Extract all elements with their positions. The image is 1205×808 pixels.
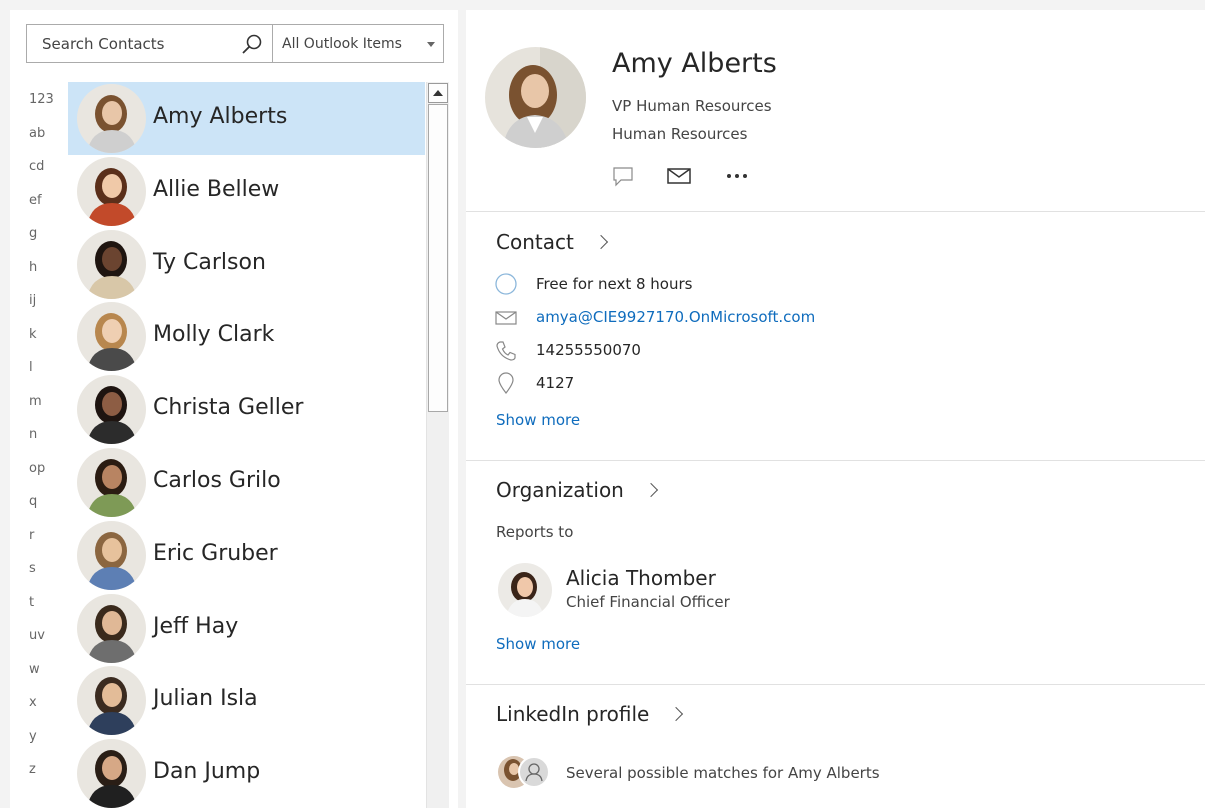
contact-name: Eric Gruber	[153, 540, 278, 566]
alphabet-index-item[interactable]: q	[10, 492, 68, 512]
alphabet-index-item[interactable]: n	[10, 425, 68, 445]
contact-list-item[interactable]: Ty Carlson	[68, 228, 425, 301]
linkedin-section-header[interactable]: LinkedIn profile	[496, 702, 684, 726]
people-app: Search Contacts All Outlook Items 123 ab c…	[0, 0, 1205, 808]
alphabet-index-item[interactable]: uv	[10, 626, 68, 646]
contact-avatar	[77, 229, 146, 299]
alphabet-index-item[interactable]: h	[10, 258, 68, 278]
mail-icon[interactable]	[666, 165, 692, 187]
more-options-icon[interactable]	[724, 165, 750, 187]
chevron-right-icon	[669, 706, 684, 722]
contact-list-scrollbar[interactable]	[426, 82, 449, 808]
reports-to-label: Reports to	[496, 523, 574, 541]
contact-list-item[interactable]: Jeff Hay	[68, 592, 425, 665]
alphabet-index-item[interactable]: 123	[10, 90, 68, 110]
chevron-right-icon	[593, 234, 608, 250]
contact-list-item[interactable]: Allie Bellew	[68, 155, 425, 228]
scroll-up-button[interactable]	[428, 83, 448, 103]
alphabet-index-item[interactable]: w	[10, 660, 68, 680]
alphabet-index-item[interactable]: ab	[10, 124, 68, 144]
contact-card: Amy Alberts VP Human Resources Human Res…	[466, 10, 1205, 808]
contact-show-more-link[interactable]: Show more	[496, 411, 580, 429]
contact-name: Christa Geller	[153, 395, 304, 421]
email-icon	[495, 311, 517, 325]
contact-section-title: Contact	[496, 230, 574, 254]
linkedin-matches-text[interactable]: Several possible matches for Amy Alberts	[566, 764, 880, 782]
scrollbar-thumb[interactable]	[428, 104, 448, 412]
contact-name: Carlos Grilo	[153, 468, 281, 493]
contact-list-item[interactable]: Dan Jump	[68, 737, 425, 808]
alphabet-index-item[interactable]: cd	[10, 157, 68, 177]
contact-name: Jeff Hay	[153, 613, 239, 639]
contact-avatar	[77, 84, 146, 153]
alphabet-index-item[interactable]: y	[10, 727, 68, 747]
contact-department: Human Resources	[612, 125, 748, 143]
organization-section-title: Organization	[496, 478, 624, 502]
divider	[466, 684, 1205, 685]
contact-list-item[interactable]: Eric Gruber	[68, 519, 425, 592]
alphabet-index-item[interactable]: op	[10, 459, 68, 479]
chevron-down-icon	[427, 42, 435, 47]
person-placeholder-icon	[518, 756, 550, 788]
alphabet-index-item[interactable]: s	[10, 559, 68, 579]
contact-list-item[interactable]: Carlos Grilo	[68, 446, 425, 519]
contact-list-item[interactable]: Julian Isla	[68, 664, 425, 737]
phone-number[interactable]: 14255550070	[536, 341, 641, 359]
contact-name: Amy Alberts	[612, 48, 777, 79]
contact-avatar	[77, 448, 146, 517]
manager-title: Chief Financial Officer	[566, 593, 730, 611]
alphabet-index-item[interactable]: z	[10, 760, 68, 780]
contact-name: Amy Alberts	[153, 104, 288, 129]
contact-avatar	[77, 302, 146, 372]
contact-avatar	[485, 47, 586, 148]
manager-name[interactable]: Alicia Thomber	[566, 566, 716, 590]
alphabet-index-item[interactable]: m	[10, 392, 68, 412]
manager-avatar[interactable]	[498, 563, 552, 617]
contact-avatar	[77, 520, 146, 590]
alphabet-index-item[interactable]: r	[10, 526, 68, 546]
contact-avatar	[77, 375, 146, 445]
location-icon	[498, 372, 514, 394]
contact-name: Molly Clark	[153, 322, 275, 348]
contact-avatar	[77, 666, 146, 736]
contact-section-header[interactable]: Contact	[496, 230, 608, 254]
contact-list-item[interactable]: Molly Clark	[68, 300, 425, 373]
search-scope-dropdown[interactable]: All Outlook Items	[273, 24, 444, 63]
presence-icon	[495, 273, 517, 295]
availability-text: Free for next 8 hours	[536, 275, 693, 293]
contact-avatar	[77, 739, 146, 808]
contact-list-item[interactable]: Amy Alberts	[68, 82, 425, 155]
search-scope-value: All Outlook Items	[282, 36, 402, 52]
alphabet-index-item[interactable]: k	[10, 325, 68, 345]
contact-name: Julian Isla	[153, 686, 258, 712]
linkedin-section-title: LinkedIn profile	[496, 702, 650, 726]
contacts-pane: Search Contacts All Outlook Items 123 ab c…	[10, 10, 458, 808]
alphabet-index-item[interactable]: x	[10, 693, 68, 713]
search-input[interactable]: Search Contacts	[42, 35, 164, 53]
contact-name: Allie Bellew	[153, 176, 280, 202]
contact-avatar	[77, 593, 146, 663]
chat-icon[interactable]	[610, 165, 636, 187]
divider	[466, 460, 1205, 461]
office-location: 4127	[536, 374, 575, 392]
contact-list: Amy Alberts Allie Bellew Ty Carlson Molly C…	[68, 82, 425, 808]
chevron-right-icon	[643, 482, 658, 498]
search-icon[interactable]	[241, 33, 263, 55]
phone-icon	[496, 341, 516, 361]
contact-job-title: VP Human Resources	[612, 97, 772, 115]
alphabet-index-item[interactable]: l	[10, 358, 68, 378]
contact-avatar	[77, 156, 146, 226]
email-link[interactable]: amya@CIE9927170.OnMicrosoft.com	[536, 308, 815, 326]
organization-show-more-link[interactable]: Show more	[496, 635, 580, 653]
alphabet-index-item[interactable]: t	[10, 593, 68, 613]
contact-list-item[interactable]: Christa Geller	[68, 373, 425, 446]
alphabet-index-item[interactable]: ef	[10, 191, 68, 211]
contact-name: Ty Carlson	[153, 249, 266, 275]
contact-name: Dan Jump	[153, 759, 261, 785]
alphabet-index-item[interactable]: ij	[10, 291, 68, 311]
search-box[interactable]: Search Contacts	[26, 24, 273, 63]
organization-section-header[interactable]: Organization	[496, 478, 658, 502]
alphabet-index-item[interactable]: g	[10, 224, 68, 244]
divider	[466, 211, 1205, 212]
